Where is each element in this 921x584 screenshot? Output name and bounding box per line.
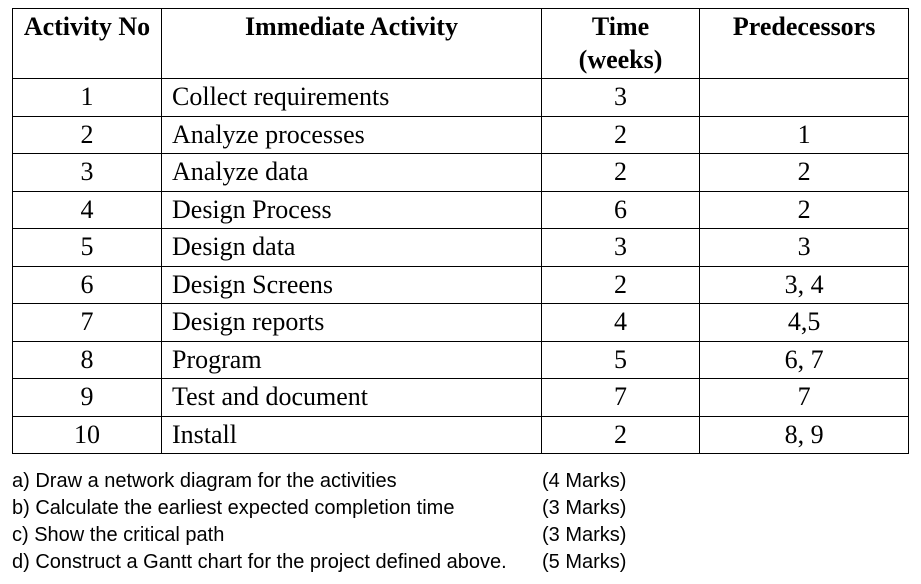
cell-activity: Collect requirements [162, 79, 542, 117]
cell-activity-no: 6 [13, 266, 162, 304]
header-immediate-activity: Immediate Activity [162, 9, 542, 79]
cell-time: 2 [541, 154, 699, 192]
questions-list: a) Draw a network diagram for the activi… [12, 468, 909, 576]
cell-time: 6 [541, 191, 699, 229]
cell-activity-no: 4 [13, 191, 162, 229]
question-marks: (3 Marks) [542, 522, 702, 549]
table-row: 3Analyze data22 [13, 154, 909, 192]
cell-activity-no: 10 [13, 416, 162, 454]
table-row: 10Install28, 9 [13, 416, 909, 454]
cell-time: 3 [541, 229, 699, 267]
cell-time: 4 [541, 304, 699, 342]
question-row: b) Calculate the earliest expected compl… [12, 495, 909, 522]
table-row: 4Design Process62 [13, 191, 909, 229]
table-row: 5Design data33 [13, 229, 909, 267]
cell-activity: Program [162, 341, 542, 379]
header-predecessors: Predecessors [700, 9, 909, 79]
cell-activity: Test and document [162, 379, 542, 417]
cell-activity-no: 8 [13, 341, 162, 379]
cell-predecessors: 3, 4 [700, 266, 909, 304]
cell-predecessors [700, 79, 909, 117]
question-text: a) Draw a network diagram for the activi… [12, 468, 542, 495]
cell-activity: Analyze data [162, 154, 542, 192]
question-row: a) Draw a network diagram for the activi… [12, 468, 909, 495]
cell-activity: Install [162, 416, 542, 454]
question-text: b) Calculate the earliest expected compl… [12, 495, 542, 522]
cell-activity-no: 2 [13, 116, 162, 154]
question-text: c) Show the critical path [12, 522, 542, 549]
cell-predecessors: 7 [700, 379, 909, 417]
question-marks: (5 Marks) [542, 549, 702, 576]
cell-activity: Design Screens [162, 266, 542, 304]
activities-table: Activity No Immediate Activity Time (wee… [12, 8, 909, 454]
cell-activity-no: 9 [13, 379, 162, 417]
cell-time: 3 [541, 79, 699, 117]
cell-activity-no: 3 [13, 154, 162, 192]
question-row: c) Show the critical path(3 Marks) [12, 522, 909, 549]
question-marks: (4 Marks) [542, 468, 702, 495]
cell-activity: Design Process [162, 191, 542, 229]
table-header-row: Activity No Immediate Activity Time (wee… [13, 9, 909, 79]
question-text: d) Construct a Gantt chart for the proje… [12, 549, 542, 576]
cell-predecessors: 2 [700, 191, 909, 229]
cell-activity: Design data [162, 229, 542, 267]
table-row: 8Program56, 7 [13, 341, 909, 379]
table-row: 2Analyze processes21 [13, 116, 909, 154]
cell-predecessors: 6, 7 [700, 341, 909, 379]
question-row: d) Construct a Gantt chart for the proje… [12, 549, 909, 576]
header-time-weeks: Time (weeks) [541, 9, 699, 79]
cell-time: 7 [541, 379, 699, 417]
cell-activity-no: 7 [13, 304, 162, 342]
cell-time: 2 [541, 116, 699, 154]
cell-predecessors: 8, 9 [700, 416, 909, 454]
cell-time: 5 [541, 341, 699, 379]
cell-predecessors: 3 [700, 229, 909, 267]
table-row: 1Collect requirements3 [13, 79, 909, 117]
table-row: 9Test and document77 [13, 379, 909, 417]
cell-activity-no: 1 [13, 79, 162, 117]
cell-time: 2 [541, 416, 699, 454]
cell-activity: Analyze processes [162, 116, 542, 154]
cell-predecessors: 2 [700, 154, 909, 192]
cell-predecessors: 1 [700, 116, 909, 154]
table-row: 7Design reports44,5 [13, 304, 909, 342]
cell-predecessors: 4,5 [700, 304, 909, 342]
question-marks: (3 Marks) [542, 495, 702, 522]
table-row: 6Design Screens23, 4 [13, 266, 909, 304]
cell-activity: Design reports [162, 304, 542, 342]
header-activity-no: Activity No [13, 9, 162, 79]
cell-activity-no: 5 [13, 229, 162, 267]
cell-time: 2 [541, 266, 699, 304]
